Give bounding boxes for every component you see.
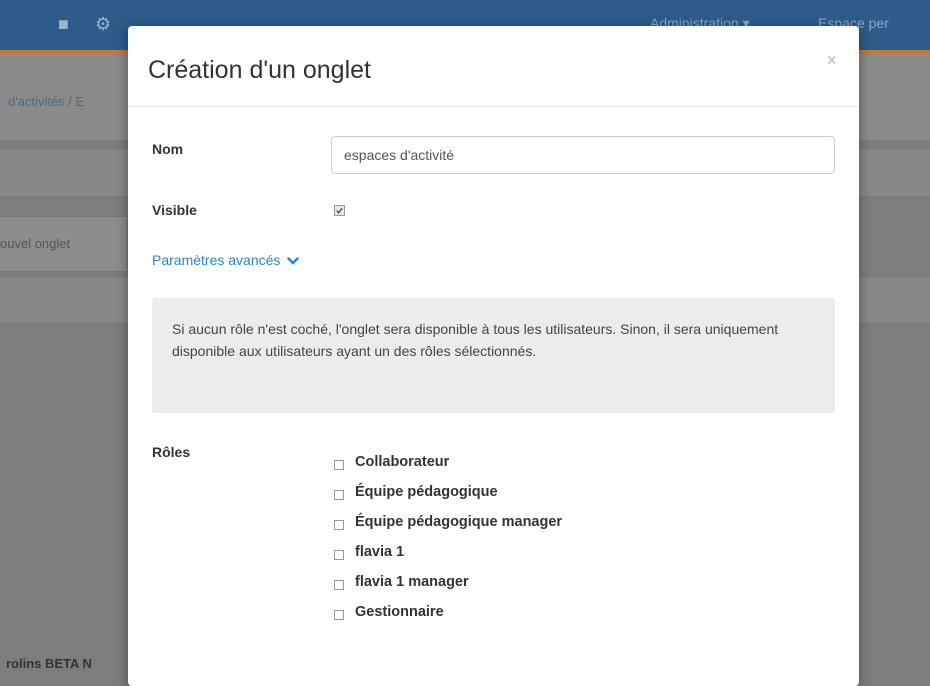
roles-label: Rôles [152, 444, 191, 460]
role-label: flavia 1 [355, 544, 405, 560]
checkmark-icon [336, 207, 343, 214]
role-label: Équipe pédagogique [355, 484, 498, 500]
background-tab[interactable]: ouvel onglet [0, 216, 126, 272]
role-checkbox[interactable] [334, 490, 344, 500]
background-tab-label: ouvel onglet [0, 236, 71, 251]
advanced-settings-label: Paramètres avancés [152, 252, 281, 268]
modal-title: Création d'un onglet [148, 56, 371, 84]
visible-label: Visible [152, 202, 197, 218]
role-checkbox[interactable] [334, 580, 344, 590]
advanced-settings-toggle[interactable]: Paramètres avancés [152, 252, 299, 268]
roles-info-text: Si aucun rôle n'est coché, l'onglet sera… [172, 321, 779, 359]
role-label: flavia 1 manager [355, 574, 469, 590]
name-label: Nom [152, 141, 184, 157]
footer-text: rolins BETA N [6, 656, 92, 671]
create-tab-modal: Création d'un onglet × Nom Visible Param… [128, 26, 859, 686]
role-label: Gestionnaire [355, 604, 444, 620]
role-checkbox[interactable] [334, 460, 344, 470]
roles-info-box: Si aucun rôle n'est coché, l'onglet sera… [152, 298, 835, 413]
role-label: Collaborateur [355, 454, 450, 470]
modal-header: Création d'un onglet × [128, 26, 859, 107]
role-checkbox[interactable] [334, 610, 344, 620]
close-button[interactable]: × [826, 50, 837, 71]
chevron-down-icon [287, 257, 299, 265]
gear-icon[interactable]: ⚙ [95, 14, 111, 35]
visible-checkbox[interactable] [334, 205, 345, 216]
role-label: Équipe pédagogique manager [355, 514, 563, 530]
name-input[interactable] [331, 136, 835, 174]
role-checkbox[interactable] [334, 520, 344, 530]
home-icon[interactable]: ■ [58, 14, 69, 35]
breadcrumb[interactable]: d'activités / E [8, 94, 84, 109]
role-checkbox[interactable] [334, 550, 344, 560]
